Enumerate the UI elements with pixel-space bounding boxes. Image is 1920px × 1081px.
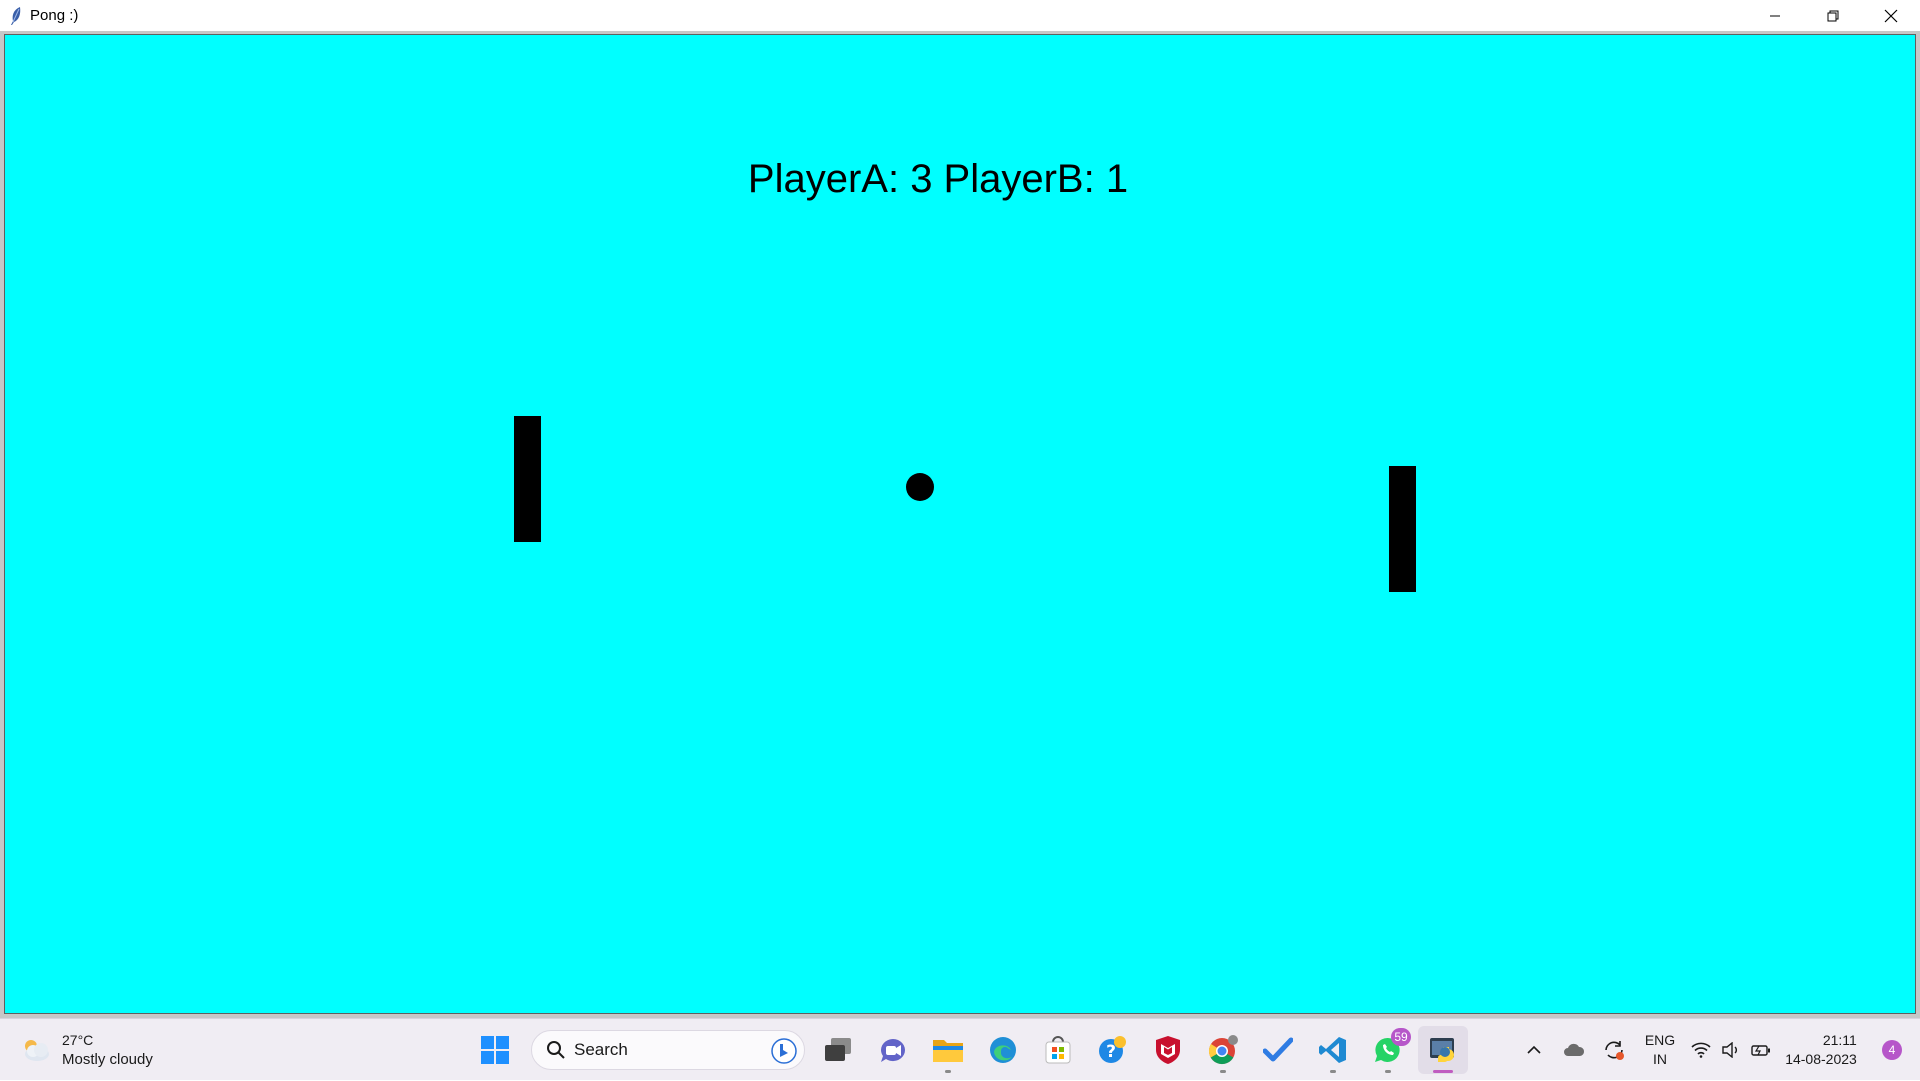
mcafee-button[interactable] xyxy=(1143,1026,1193,1074)
wifi-icon xyxy=(1691,1042,1711,1058)
help-button[interactable]: ? xyxy=(1088,1026,1138,1074)
chrome-icon xyxy=(1208,1035,1238,1065)
clock[interactable]: 21:11 14-08-2023 xyxy=(1776,1030,1866,1070)
taskbar-search[interactable] xyxy=(531,1030,805,1070)
teams-chat-button[interactable] xyxy=(868,1026,918,1074)
left-paddle xyxy=(514,416,541,542)
running-indicator xyxy=(1330,1070,1336,1073)
window-controls xyxy=(1746,0,1920,31)
taskbar: 27°C Mostly cloudy Search ? 59 ENG IN 21… xyxy=(0,1018,1920,1080)
task-view-icon xyxy=(825,1038,851,1061)
sync-button[interactable] xyxy=(1594,1030,1634,1070)
ball xyxy=(906,473,934,501)
task-view-button[interactable] xyxy=(813,1026,863,1074)
lang-line1: ENG xyxy=(1644,1032,1676,1048)
file-explorer-icon xyxy=(933,1040,963,1062)
whatsapp-badge: 59 xyxy=(1391,1028,1411,1046)
quick-settings-button[interactable] xyxy=(1686,1030,1776,1070)
running-indicator xyxy=(1220,1070,1226,1073)
chrome-button[interactable] xyxy=(1198,1026,1248,1074)
system-tray: ENG IN 21:11 14-08-2023 4 xyxy=(1514,1019,1920,1081)
running-indicator xyxy=(1385,1070,1391,1073)
bing-icon xyxy=(771,1038,797,1064)
feather-icon xyxy=(6,6,26,26)
right-paddle xyxy=(1389,466,1416,592)
start-button[interactable] xyxy=(470,1026,520,1074)
search-icon xyxy=(547,1041,565,1059)
close-button[interactable] xyxy=(1862,0,1920,31)
close-icon xyxy=(1884,9,1898,22)
weather-temp: 27°C xyxy=(62,1032,94,1048)
cloud-icon xyxy=(25,1040,49,1061)
onedrive-icon xyxy=(1564,1043,1585,1056)
restore-icon xyxy=(1827,10,1839,21)
active-indicator xyxy=(1433,1070,1453,1073)
language-indicator[interactable]: ENG IN xyxy=(1634,1030,1686,1070)
sync-icon xyxy=(1605,1041,1624,1060)
battery-icon xyxy=(1750,1045,1770,1056)
help-icon: ? xyxy=(1099,1036,1126,1063)
edge-icon xyxy=(990,1037,1016,1063)
taskbar-apps: ? xyxy=(470,1026,1473,1074)
clock-date: 14-08-2023 xyxy=(1785,1051,1857,1067)
window-frame: PlayerA: 3 PlayerB: 1 xyxy=(0,31,1920,1018)
score-area: PlayerA: 3 PlayerB: 1 xyxy=(5,157,1915,202)
restore-button[interactable] xyxy=(1804,0,1862,31)
python-icon xyxy=(1430,1038,1454,1062)
notification-badge[interactable]: 4 xyxy=(1882,1040,1902,1060)
whatsapp-button[interactable]: 59 xyxy=(1363,1026,1413,1074)
minimize-icon xyxy=(1770,15,1780,16)
search-input[interactable] xyxy=(574,1040,754,1060)
todo-icon xyxy=(1263,1037,1293,1062)
title-bar[interactable]: Pong :) xyxy=(0,0,1920,31)
file-explorer-button[interactable] xyxy=(923,1026,973,1074)
vscode-button[interactable] xyxy=(1308,1026,1358,1074)
vscode-icon xyxy=(1319,1037,1346,1063)
teams-chat-icon xyxy=(881,1039,905,1062)
score-text: PlayerA: 3 PlayerB: 1 xyxy=(747,157,1129,201)
chevron-up-icon xyxy=(1527,1045,1541,1054)
mcafee-icon xyxy=(1156,1036,1180,1064)
start-icon xyxy=(481,1036,509,1064)
window-title: Pong :) xyxy=(30,7,79,24)
store-button[interactable] xyxy=(1033,1026,1083,1074)
todo-button[interactable] xyxy=(1253,1026,1303,1074)
volume-icon xyxy=(1722,1042,1737,1058)
bing-button[interactable] xyxy=(770,1037,798,1065)
edge-button[interactable] xyxy=(978,1026,1028,1074)
svg-text:?: ? xyxy=(1106,1042,1116,1062)
weather-widget[interactable]: 27°C Mostly cloudy xyxy=(20,1031,153,1069)
clock-time: 21:11 xyxy=(1822,1032,1857,1048)
python-button[interactable] xyxy=(1418,1026,1468,1074)
weather-desc: Mostly cloudy xyxy=(62,1051,153,1068)
minimize-button[interactable] xyxy=(1746,0,1804,31)
store-icon xyxy=(1045,1036,1071,1064)
running-indicator xyxy=(945,1070,951,1073)
game-canvas[interactable]: PlayerA: 3 PlayerB: 1 xyxy=(4,34,1916,1014)
lang-line2: IN xyxy=(1653,1051,1667,1067)
onedrive-button[interactable] xyxy=(1554,1030,1594,1070)
show-hidden-icons-button[interactable] xyxy=(1514,1030,1554,1070)
